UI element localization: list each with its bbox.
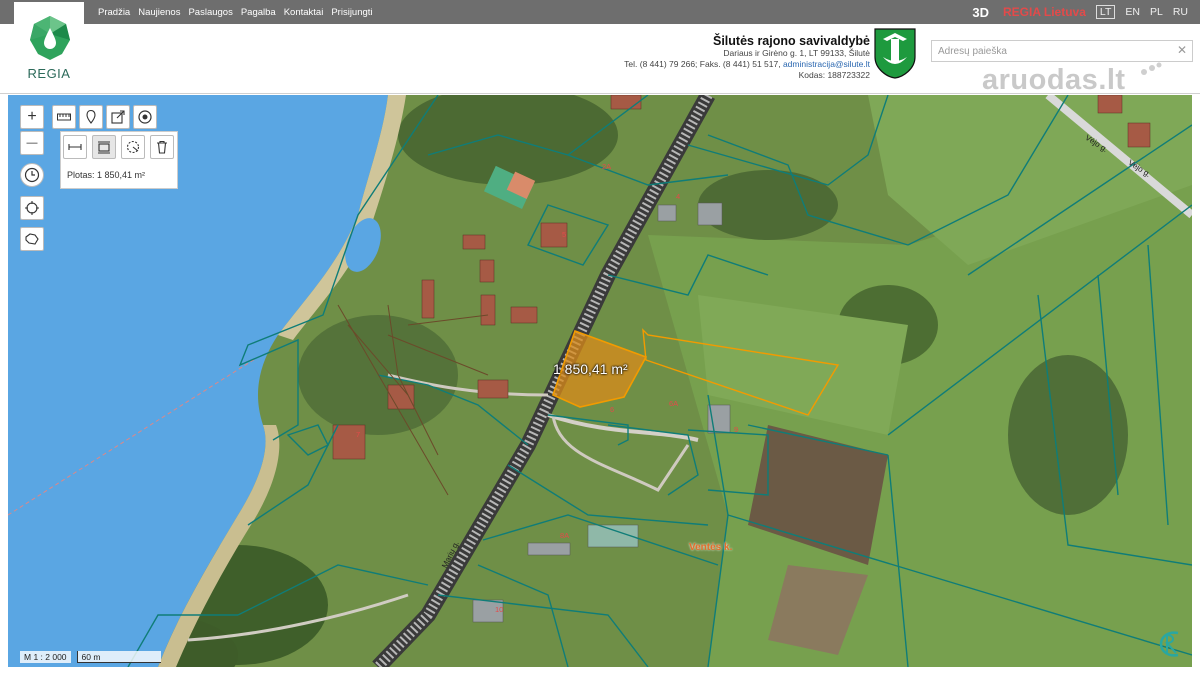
locate-button[interactable]	[20, 196, 44, 220]
measure-radius-button[interactable]	[121, 135, 145, 159]
parcel-number: 10	[495, 605, 504, 614]
pin-icon	[86, 109, 96, 124]
coat-of-arms-icon	[874, 28, 916, 79]
measure-result: Plotas: 1 850,41 m²	[67, 170, 146, 180]
ruler-tool-button[interactable]	[52, 105, 76, 129]
watermark-dots-icon	[1141, 62, 1162, 75]
measure-distance-button[interactable]	[63, 135, 87, 159]
parcel-number: 6A	[669, 399, 679, 408]
search-clear-icon[interactable]: ✕	[1177, 44, 1189, 56]
zoom-out-button[interactable]: —	[20, 131, 44, 155]
regia-logo-text: REGIA	[27, 66, 71, 81]
regia-logo[interactable]: REGIA	[14, 2, 84, 92]
scale-bar: M 1 : 2 000 60 m	[20, 651, 161, 663]
clock-icon	[24, 167, 40, 183]
registrų-centras-logo-icon	[1159, 631, 1179, 657]
top-right-controls: 3D REGIA Lietuva LT EN PL RU	[972, 0, 1188, 24]
measure-area-button[interactable]	[92, 135, 116, 159]
measure-panel: Plotas: 1 850,41 m²	[60, 131, 178, 189]
address-search-input[interactable]: Adresų paieška	[931, 40, 1193, 62]
parcel-number: 4	[676, 192, 681, 201]
regia-lietuva-link[interactable]: REGIA Lietuva	[1003, 5, 1086, 19]
nav-kontaktai[interactable]: Kontaktai	[284, 7, 324, 18]
village-label: Ventės k.	[689, 542, 733, 553]
municipality-contacts: Tel. (8 441) 79 266; Faks. (8 441) 51 51…	[624, 59, 870, 70]
trash-icon	[157, 140, 167, 154]
municipality-code: Kodas: 188723322	[798, 70, 870, 80]
crosshair-icon	[25, 201, 39, 215]
lang-pl[interactable]: PL	[1150, 6, 1163, 18]
nav-paslaugos[interactable]: Paslaugos	[188, 7, 232, 18]
parcel-number: 6	[610, 405, 615, 414]
region-button[interactable]	[20, 227, 44, 251]
municipality-info: Šilutės rajono savivaldybė Dariaus ir Gi…	[624, 34, 870, 81]
marker-tool-button[interactable]	[79, 105, 103, 129]
scale-distance: 60 m	[76, 651, 161, 663]
measure-radius-icon	[126, 140, 140, 154]
nav-prisijungti[interactable]: Prisijungti	[331, 7, 372, 18]
nav-pagalba[interactable]: Pagalba	[241, 7, 276, 18]
top-nav-bar: Pradžia Naujienos Paslaugos Pagalba Kont…	[0, 0, 1200, 24]
parcel-number: 7	[356, 430, 361, 439]
target-button[interactable]	[133, 105, 157, 129]
measured-area-label: 1 850,41 m²	[553, 361, 628, 377]
share-button[interactable]	[106, 105, 130, 129]
municipality-name: Šilutės rajono savivaldybė	[712, 34, 870, 48]
main-nav: Pradžia Naujienos Paslaugos Pagalba Kont…	[98, 0, 373, 24]
zoom-in-button[interactable]: +	[20, 105, 44, 129]
map-canvas[interactable]: 1 850,41 m² 2A 4 6 6A 9 8A 10 7 5 Ventės…	[8, 95, 1192, 667]
aruodas-watermark: aruodas.lt	[982, 64, 1126, 96]
municipality-address: Dariaus ir Girėno g. 1, LT 99133, Šilutė	[723, 48, 870, 58]
parcel-number: 8A	[560, 531, 570, 540]
export-icon	[111, 110, 125, 124]
3d-toggle[interactable]: 3D	[972, 5, 989, 20]
zoom-in-icon: +	[27, 108, 37, 125]
history-button[interactable]	[20, 163, 44, 187]
zoom-out-icon: —	[26, 137, 38, 149]
measure-distance-icon	[68, 144, 82, 150]
municipality-phone: Tel. (8 441) 79 266; Faks. (8 441) 51 51…	[624, 59, 781, 69]
header: REGIA Šilutės rajono savivaldybė Dariaus…	[0, 2, 1200, 96]
lang-en[interactable]: EN	[1125, 6, 1140, 18]
municipality-email-link[interactable]: administracija@silute.lt	[783, 59, 870, 69]
lang-ru[interactable]: RU	[1173, 6, 1188, 18]
scale-ratio: M 1 : 2 000	[20, 651, 71, 663]
target-icon	[138, 110, 152, 124]
regia-logo-icon	[30, 16, 70, 60]
parcel-number: 9	[734, 425, 739, 434]
measure-area-icon	[98, 141, 110, 154]
lang-lt[interactable]: LT	[1095, 5, 1116, 19]
measure-delete-button[interactable]	[150, 135, 174, 159]
parcel-number: 2A	[602, 162, 612, 171]
ruler-icon	[57, 113, 71, 121]
nav-pradzia[interactable]: Pradžia	[98, 7, 130, 18]
orthophoto-layer	[8, 95, 1192, 667]
parcel-number: 5	[562, 230, 567, 239]
region-outline-icon	[25, 233, 39, 245]
nav-naujienos[interactable]: Naujienos	[138, 7, 180, 18]
